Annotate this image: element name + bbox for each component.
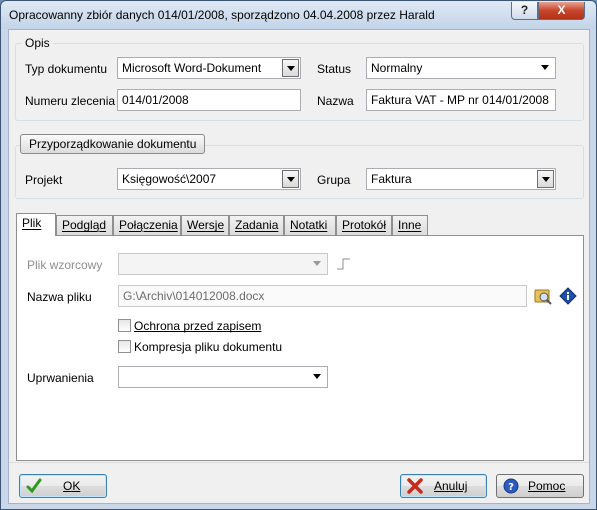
chevron-down-icon[interactable] (309, 255, 326, 273)
bottom-separator (9, 462, 589, 463)
projekt-value: Księgowość\2007 (122, 172, 217, 186)
plik-wzorcowy-combo[interactable] (118, 253, 328, 275)
help-button[interactable]: ? Pomoc (496, 474, 584, 498)
typ-dokumentu-value: Microsoft Word-Dokument (122, 61, 262, 75)
chevron-down-icon[interactable] (537, 170, 554, 188)
tab-plik[interactable]: Plik (16, 213, 56, 236)
tab-polaczenia[interactable]: Połączenia (113, 215, 181, 235)
chevron-down-icon[interactable] (282, 170, 299, 188)
uprawnienia-label: Uprwanienia (27, 371, 94, 385)
ok-label: OK (63, 479, 81, 493)
opis-legend: Opis (22, 36, 53, 50)
grupa-combo[interactable]: Faktura (366, 168, 556, 190)
close-button[interactable]: X (538, 2, 585, 20)
numer-zlecenia-field[interactable]: 014/01/2008 (117, 89, 301, 111)
tab-wersje[interactable]: Wersje (181, 215, 229, 235)
nazwa-pliku-label: Nazwa pliku (27, 290, 92, 304)
title-bar[interactable]: Opracowanny zbiór danych 014/01/2008, sp… (1, 1, 596, 29)
uprawnienia-combo[interactable] (118, 366, 328, 388)
dialog-window: Opracowanny zbiór danych 014/01/2008, sp… (0, 0, 597, 510)
projekt-label: Projekt (25, 173, 63, 187)
tab-protokol[interactable]: Protokół (336, 215, 392, 235)
status-combo[interactable]: Normalny (366, 57, 556, 79)
tab-inne[interactable]: Inne (392, 215, 428, 235)
chevron-down-icon[interactable] (282, 59, 299, 77)
typ-dokumentu-label: Typ dokumentu (25, 62, 108, 76)
ok-button[interactable]: OK (19, 474, 107, 498)
tab-podglad[interactable]: Podgląd (56, 215, 113, 235)
cancel-button[interactable]: Anuluj (400, 474, 487, 498)
step-line-icon (337, 258, 350, 270)
plik-tab-panel: Plik wzorcowy Nazwa pliku G:\Archiv\0140… (16, 235, 584, 461)
tab-zadania[interactable]: Zadania (229, 215, 284, 235)
assignment-legend-button[interactable]: Przyporządkowanie dokumentu (20, 134, 206, 154)
chevron-down-icon[interactable] (537, 59, 554, 77)
close-icon (407, 478, 423, 494)
cancel-label: Anuluj (434, 479, 468, 493)
window-title: Opracowanny zbiór danych 014/01/2008, sp… (9, 8, 435, 22)
help-icon: ? (503, 478, 519, 494)
help-titlebar-button[interactable]: ? (511, 2, 538, 20)
grupa-label: Grupa (317, 173, 351, 187)
kompresja-checkbox[interactable] (118, 340, 131, 353)
projekt-combo[interactable]: Księgowość\2007 (117, 168, 301, 190)
grupa-value: Faktura (371, 172, 412, 186)
nazwa-pliku-field[interactable]: G:\Archiv\014012008.docx (118, 285, 527, 307)
kompresja-label[interactable]: Kompresja pliku dokumentu (134, 340, 282, 354)
info-icon[interactable] (559, 287, 577, 305)
nazwa-label: Nazwa (317, 94, 354, 108)
typ-dokumentu-combo[interactable]: Microsoft Word-Dokument (117, 57, 301, 79)
nazwa-field[interactable]: Faktura VAT - MP nr 014/01/2008 (366, 89, 556, 111)
plik-wzorcowy-label: Plik wzorcowy (27, 258, 103, 272)
ochrona-label[interactable]: Ochrona przed zapisem (134, 319, 261, 333)
status-label: Status (317, 62, 352, 76)
help-label: Pomoc (528, 479, 566, 493)
dialog-client-area: Opis Typ dokumentu Microsoft Word-Dokume… (8, 29, 590, 504)
chevron-down-icon[interactable] (309, 368, 326, 386)
checkmark-icon (26, 478, 42, 494)
status-value: Normalny (371, 61, 423, 75)
ochrona-checkbox[interactable] (118, 319, 131, 332)
tab-notatki[interactable]: Notatki (284, 215, 336, 235)
svg-text:?: ? (508, 482, 514, 493)
browse-folder-icon[interactable] (534, 287, 552, 305)
numer-zlecenia-label: Numeru zlecenia (25, 94, 116, 108)
